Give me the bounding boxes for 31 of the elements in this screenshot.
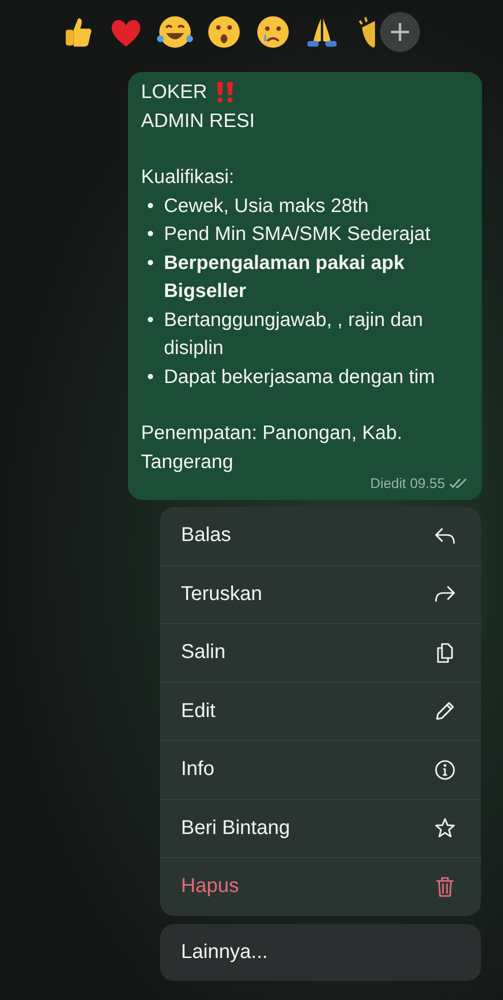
- message-text: LOKER: [141, 80, 208, 105]
- menu-item[interactable]: Hapus: [160, 858, 481, 916]
- crying-face-icon[interactable]: [255, 14, 291, 50]
- surprised-face-icon[interactable]: [206, 14, 242, 50]
- star-icon: [433, 816, 457, 840]
- laughing-face-icon[interactable]: [157, 14, 193, 50]
- bullet-item: Bertanggungjawab, , rajin dan disiplin: [164, 308, 424, 361]
- more-menu-item[interactable]: Lainnya...: [160, 924, 481, 980]
- bullet-marker: •: [147, 222, 154, 247]
- bullet-marker: •: [147, 250, 154, 276]
- bullet-item: Berpengalaman pakai apk Bigseller: [164, 250, 406, 304]
- bullet-marker: •: [147, 308, 154, 332]
- menu-item[interactable]: Salin: [160, 624, 481, 682]
- message-text: ADMIN RESI: [141, 108, 255, 134]
- bullet-item: Cewek, Usia maks 28th: [164, 194, 369, 218]
- menu-item[interactable]: Teruskan: [160, 566, 481, 624]
- menu-item[interactable]: Edit: [160, 682, 481, 741]
- double-check-icon: [449, 477, 469, 489]
- bullet-item: Dapat bekerjasama dengan tim: [164, 364, 435, 390]
- bullet-item: Pend Min SMA/SMK Sederajat: [164, 222, 430, 247]
- message-text: Kualifikasi:: [141, 165, 236, 190]
- bullet-marker: •: [147, 194, 154, 218]
- menu-item[interactable]: Balas: [160, 507, 481, 566]
- bullet-marker: •: [147, 364, 154, 390]
- menu-item[interactable]: Beri Bintang: [160, 800, 481, 858]
- add-reaction-button[interactable]: [380, 12, 420, 52]
- message-text: Penempatan: Panongan, Kab. Tangerang: [141, 421, 404, 474]
- info-icon: [433, 758, 457, 782]
- plus-icon: [389, 21, 411, 43]
- edited-timestamp: Diedit 09.55: [370, 474, 445, 492]
- menu-item[interactable]: Info: [160, 741, 481, 800]
